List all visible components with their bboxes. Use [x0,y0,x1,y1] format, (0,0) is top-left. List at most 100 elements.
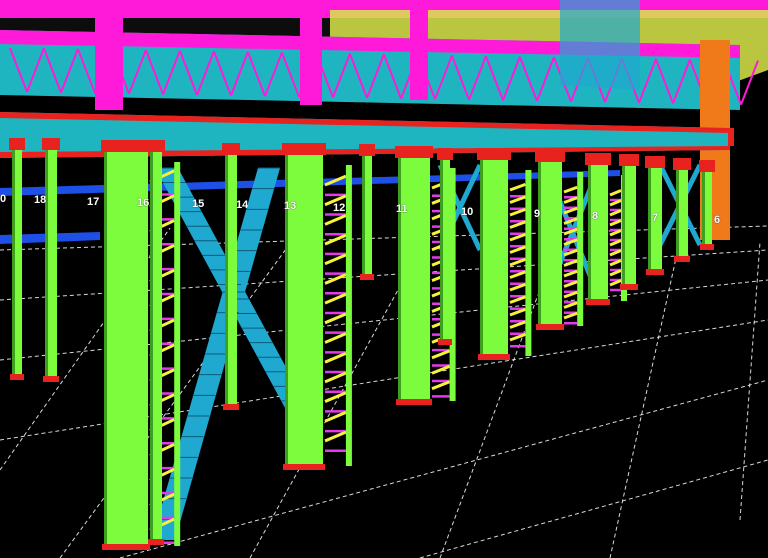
column-edge [676,170,679,262]
ladder-rail [509,195,526,204]
column-edge [362,156,365,280]
column-base-plate [223,404,239,410]
column-edge [104,152,107,550]
upper-column-magenta [300,0,322,105]
column-edge [702,172,705,250]
ladder-rail [324,312,347,325]
column-cap-plate [147,140,165,152]
upper-column-magenta [95,0,123,110]
ladder-rail [324,351,347,364]
ladder-rail [431,349,451,360]
ladder-post [577,172,584,326]
ladder-rail [509,270,526,279]
grid-label-10: 10 [461,206,474,218]
column-cap-plate [699,160,715,172]
column-2 [104,152,148,550]
column-edge [225,155,228,410]
ladder-post [174,162,181,546]
column-cap-plate [585,153,611,165]
ladder-rail [509,282,526,292]
ladder-rail [324,391,347,403]
column-cap-plate [42,138,60,150]
ladder-rail [509,295,526,304]
column-base-plate [283,464,325,470]
column-edge [398,158,401,405]
column-edge [588,165,591,305]
grid-label-0: 0 [0,193,7,205]
ladder-rail [324,332,347,344]
grid-label-7: 7 [652,212,659,224]
column-cap-plate [101,140,151,152]
ladder-rail [509,320,526,329]
upper-column-magenta [410,0,428,100]
ladder-rail [324,430,347,443]
ladder-post [525,170,532,356]
column-cap-plate [222,143,240,155]
ladder-rail [324,214,347,226]
ladder-rail [509,232,526,242]
column-base-plate [674,256,690,262]
ladder-rail [324,273,347,285]
column-base-plate [478,354,510,360]
ladder-rail [324,233,347,246]
upper-brace [560,0,640,90]
column-cap-plate [395,146,433,158]
column-10 [538,162,562,330]
column-base-plate [148,539,164,545]
ladder-rail [324,292,347,305]
column-cap-plate [437,148,453,160]
ladder-rail [509,245,526,254]
column-cap-plate [535,150,565,162]
column-base-plate [536,324,564,330]
column-edge [622,166,625,290]
grid-line [119,379,768,558]
ladder-rail [431,380,451,391]
grid-line [739,241,761,521]
grid-label-6: 6 [714,214,721,226]
column-base-plate [360,274,374,280]
ladder-rail [509,332,526,342]
column-cap-plate [359,144,375,156]
ladder-post [449,168,456,401]
ladder-rail [324,371,347,384]
grid-label-8: 8 [592,210,599,222]
structural-model-3d[interactable] [0,0,768,558]
column-cap-plate [9,138,25,150]
grid-label-14: 14 [236,199,249,211]
grid-line [419,459,768,558]
column-edge [480,160,483,360]
column-base-plate [620,284,638,290]
column-cap-plate [673,158,691,170]
column-edge [648,168,651,275]
ladder-rail [509,307,526,317]
ladder-rail [509,220,526,229]
ladder-post [345,165,352,466]
column-base-plate [396,399,432,405]
column-base-plate [646,269,664,275]
column-base-plate [438,339,452,345]
ladder-rail [324,253,347,266]
grid-label-12: 12 [333,202,346,214]
column-base-plate [43,376,59,382]
column-edge [45,150,48,382]
column-cap-plate [477,148,511,160]
column-base-plate [10,374,24,380]
column-edge [538,162,541,330]
column-base-plate [586,299,610,305]
ladder-rail [509,182,526,192]
column-9 [480,160,508,360]
column-cap-plate [619,154,639,166]
column-7 [398,158,430,405]
ladder-rail [509,257,526,267]
grid-label-11: 11 [396,203,408,215]
column-cap-plate [282,143,326,155]
ladder-rail [509,207,526,217]
column-base-plate [700,244,714,250]
column-edge [150,152,153,545]
column-base-plate [102,544,150,550]
grid-label-17: 17 [87,196,100,208]
model-viewport[interactable]: 0 18 17 16 15 14 13 12 11 10 9 8 7 6 [0,0,768,558]
column-edge [440,160,443,345]
ladder-rail [563,185,578,194]
column-cap-plate [645,156,665,168]
